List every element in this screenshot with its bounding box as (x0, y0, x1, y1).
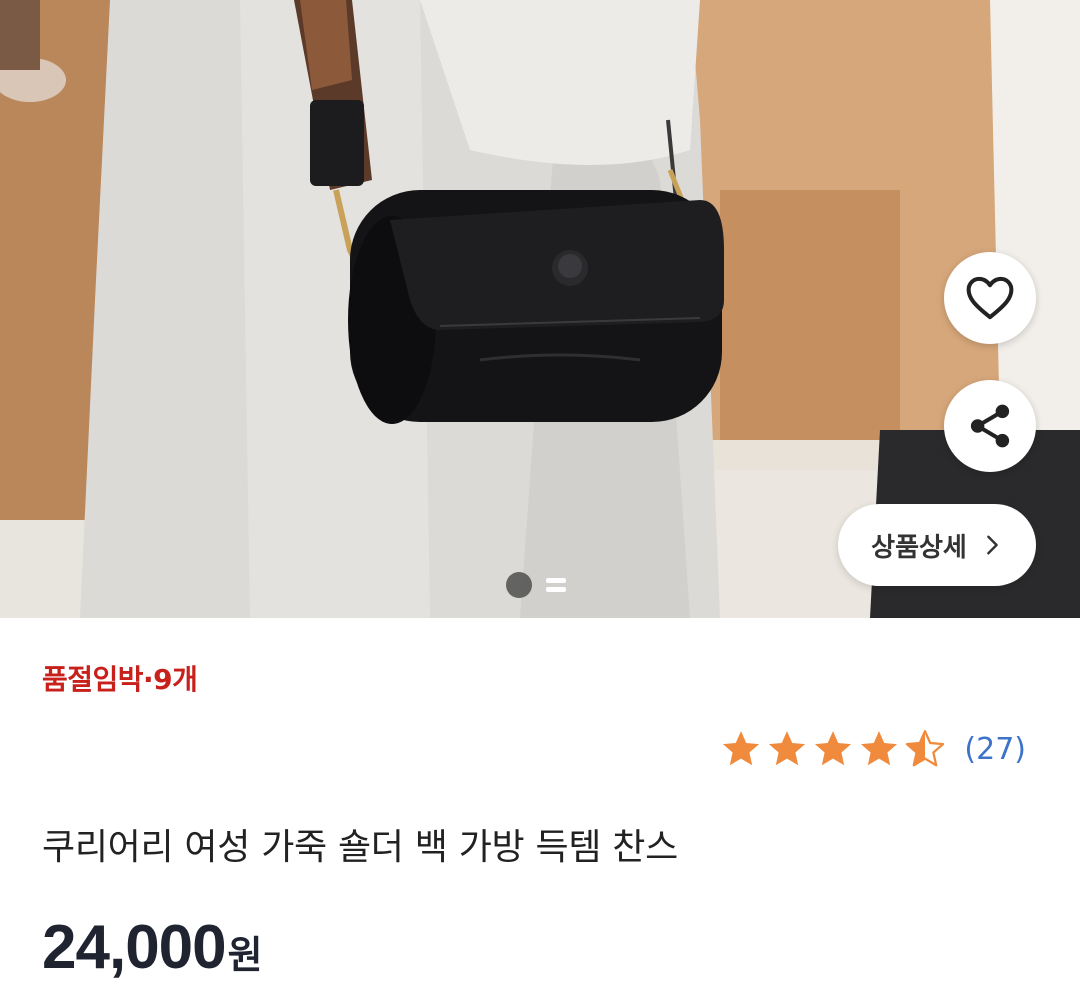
product-price: 24,000 원 (42, 912, 263, 983)
stock-badge: 품절임박·9개 (42, 663, 198, 696)
review-count[interactable]: (27) (964, 732, 1026, 767)
chevron-right-icon (986, 535, 998, 555)
rating-summary[interactable]: (27) (720, 728, 1026, 770)
share-icon (970, 404, 1010, 448)
star-half-icon (906, 730, 945, 767)
share-button[interactable] (944, 380, 1036, 472)
product-detail-label: 상품상세 (871, 532, 967, 563)
star-icon (723, 731, 760, 766)
star-icon (815, 731, 852, 766)
carousel-dot-active (506, 572, 532, 598)
price-amount: 24,000 (42, 913, 227, 982)
product-title: 쿠리어리 여성 가죽 숄더 백 가방 득템 찬스 (42, 827, 678, 868)
product-detail-button[interactable]: 상품상세 (838, 504, 1036, 586)
price-currency: 원 (227, 933, 263, 977)
rating-stars (720, 728, 946, 770)
carousel-indicator (506, 572, 566, 598)
product-image-carousel[interactable]: 상품상세 (0, 0, 1080, 618)
star-icon (769, 731, 806, 766)
star-icon (861, 731, 898, 766)
heart-icon (966, 276, 1014, 320)
carousel-dot-more (546, 578, 566, 592)
like-button[interactable] (944, 252, 1036, 344)
